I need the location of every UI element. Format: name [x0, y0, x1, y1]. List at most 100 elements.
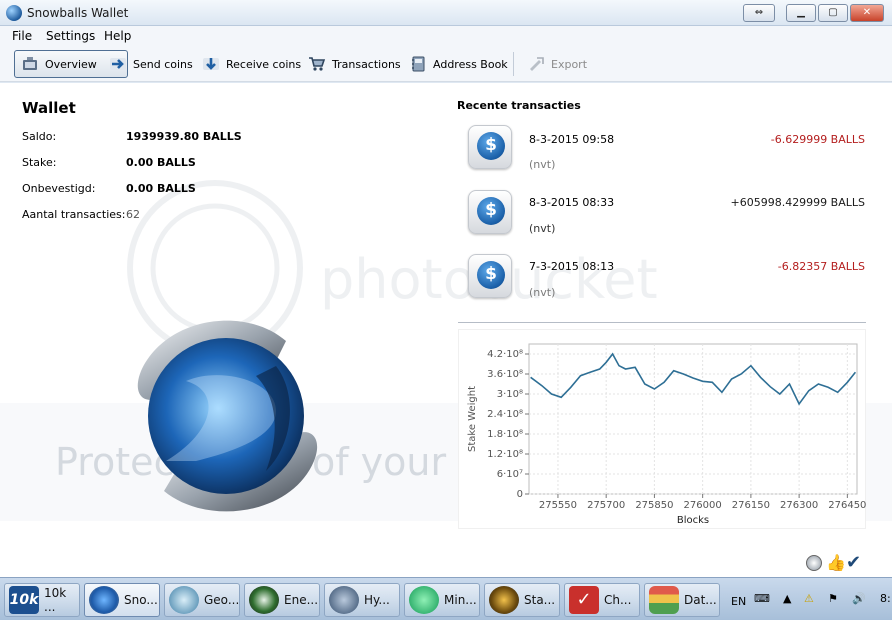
y-tick-label: 3·10⁸ — [497, 389, 523, 400]
taskbar-item-snowballs[interactable]: Sno... — [84, 583, 160, 617]
export-icon — [530, 57, 544, 71]
network-warning-icon[interactable]: ⚠ — [804, 592, 814, 605]
close-button[interactable]: ✕ — [850, 4, 884, 22]
tx-1-date: 8-3-2015 09:58 — [529, 133, 615, 146]
unconfirmed-value: 0.00 BALLS — [126, 182, 196, 195]
x-tick-label: 275550 — [539, 500, 577, 511]
x-tick-label: 276300 — [780, 500, 818, 511]
tx-count-label: Aantal transacties: — [22, 208, 126, 221]
thumbs-up-icon: 👍 — [826, 553, 846, 572]
snowballs-app-icon — [6, 5, 22, 21]
10k-app-icon: 10k — [9, 586, 39, 614]
title-bar[interactable]: Snowballs Wallet ⇔ ▁ ▢ ✕ — [0, 0, 892, 26]
overview-page: photobucket Protect more of your memorie… — [0, 83, 892, 577]
stake-weight-chart-svg: 0 6·10⁷ 1.2·10⁸ 1.8·10⁸ 2.4·10⁸ 3·10⁸ 3.6·10⁸ 4… — [467, 343, 866, 526]
send-coins-label: Send coins — [133, 57, 193, 71]
dollar-coin-icon: $ — [477, 197, 505, 225]
balance-value: 1939939.80 BALLS — [126, 130, 242, 143]
taskbar-item-dat[interactable]: Dat... — [644, 583, 720, 617]
checkmark-icon: ✔ — [846, 552, 862, 573]
tx-2-amount: +605998.429999 BALLS — [730, 196, 865, 209]
snowballs-logo — [137, 320, 318, 512]
star-coin-icon — [489, 586, 519, 614]
overview-label: Overview — [45, 57, 97, 71]
tx-1-amount: -6.629999 BALLS — [770, 133, 865, 146]
transactions-label: Transactions — [332, 57, 401, 71]
restore-arrows-button[interactable]: ⇔ — [743, 4, 775, 22]
export-label: Export — [551, 57, 588, 71]
database-icon — [649, 586, 679, 614]
taskbar-item-hyp[interactable]: Hy... — [324, 583, 400, 617]
x-tick-label: 276000 — [684, 500, 722, 511]
minimize-button[interactable]: ▁ — [786, 4, 816, 22]
taskbar-item-min[interactable]: Min... — [404, 583, 480, 617]
overview-icon — [23, 57, 37, 70]
taskbar-label: Ch... — [604, 593, 632, 607]
arrow-up-icon[interactable]: ▲ — [783, 592, 791, 605]
address-book-label: Address Book — [433, 57, 508, 71]
taskbar-item-ch[interactable]: ✓ Ch... — [564, 583, 640, 617]
taskbar-label: Hy... — [364, 593, 390, 607]
taskbar-label: Min... — [444, 593, 477, 607]
energy-coin-icon — [249, 586, 279, 614]
volume-icon[interactable]: 🔊 — [852, 592, 866, 605]
toolbar: Overview Send coins Receive coins Transa… — [0, 46, 892, 82]
x-tick-label: 275850 — [635, 500, 673, 511]
taskbar-item-sta[interactable]: Sta... — [484, 583, 560, 617]
export-button[interactable]: Export — [527, 50, 587, 78]
clock[interactable]: 8: — [880, 592, 891, 605]
window-title: Snowballs Wallet — [27, 6, 129, 20]
tx-3-note: (nvt) — [529, 286, 556, 299]
y-tick-label: 1.8·10⁸ — [487, 429, 523, 440]
tx-1-note: (nvt) — [529, 158, 556, 171]
compass-icon — [169, 586, 199, 614]
x-tick-label: 275700 — [587, 500, 625, 511]
taskbar-item-ene[interactable]: Ene... — [244, 583, 320, 617]
tx-3-amount: -6.82357 BALLS — [777, 260, 865, 273]
dollar-coin-icon: $ — [477, 261, 505, 289]
address-book-button[interactable]: Address Book — [409, 50, 508, 78]
taskbar-item-10k[interactable]: 10k 10k ... — [4, 583, 80, 617]
tx-3-date: 7-3-2015 08:13 — [529, 260, 615, 273]
address-book-icon — [412, 56, 425, 72]
taskbar: 10k 10k ... Sno... Geo... Ene... Hy... M… — [0, 577, 892, 620]
send-coins-button[interactable]: Send coins — [109, 50, 193, 78]
menu-bar: File Settings Help — [0, 26, 892, 46]
taskbar-label: Geo... — [204, 593, 240, 607]
send-arrow-icon — [110, 58, 126, 70]
keyboard-icon[interactable]: ⌨ — [754, 592, 770, 605]
taskbar-label: Dat... — [684, 593, 717, 607]
y-tick-label: 4.2·10⁸ — [487, 349, 523, 360]
maximize-button[interactable]: ▢ — [818, 4, 848, 22]
check-coin-icon: ✓ — [569, 586, 599, 614]
receive-coins-button[interactable]: Receive coins — [202, 50, 301, 78]
stake-weight-chart: 0 6·10⁷ 1.2·10⁸ 1.8·10⁸ 2.4·10⁸ 3·10⁸ 3.6·10⁸ 4… — [458, 329, 866, 529]
tx-3-icon[interactable]: $ — [468, 254, 512, 298]
menu-settings[interactable]: Settings — [46, 29, 95, 43]
mint-coin-icon — [409, 586, 439, 614]
receive-coins-label: Receive coins — [226, 57, 302, 71]
menu-help[interactable]: Help — [104, 29, 131, 43]
y-tick-label: 0 — [517, 489, 523, 500]
sync-status-icon — [806, 555, 822, 571]
transactions-button[interactable]: Transactions — [308, 50, 401, 78]
taskbar-label: Sta... — [524, 593, 556, 607]
section-divider — [458, 322, 866, 323]
stake-value: 0.00 BALLS — [126, 156, 196, 169]
tx-1-icon[interactable]: $ — [468, 125, 512, 169]
status-icons: 👍 ✔ — [806, 552, 862, 573]
stake-label: Stake: — [22, 156, 57, 169]
y-tick-label: 2.4·10⁸ — [487, 409, 523, 420]
flag-icon[interactable]: ⚑ — [828, 592, 838, 605]
taskbar-item-geo[interactable]: Geo... — [164, 583, 240, 617]
tx-2-note: (nvt) — [529, 222, 556, 235]
taskbar-label: 10k ... — [44, 586, 67, 614]
receive-arrow-icon — [203, 58, 219, 70]
unconfirmed-label: Onbevestigd: — [22, 182, 96, 195]
x-tick-label: 276450 — [828, 500, 866, 511]
menu-file[interactable]: File — [12, 29, 32, 43]
wallet-heading: Wallet — [22, 99, 76, 117]
tx-2-icon[interactable]: $ — [468, 190, 512, 234]
hyp-coin-icon — [329, 586, 359, 614]
language-indicator[interactable]: EN — [731, 595, 746, 608]
